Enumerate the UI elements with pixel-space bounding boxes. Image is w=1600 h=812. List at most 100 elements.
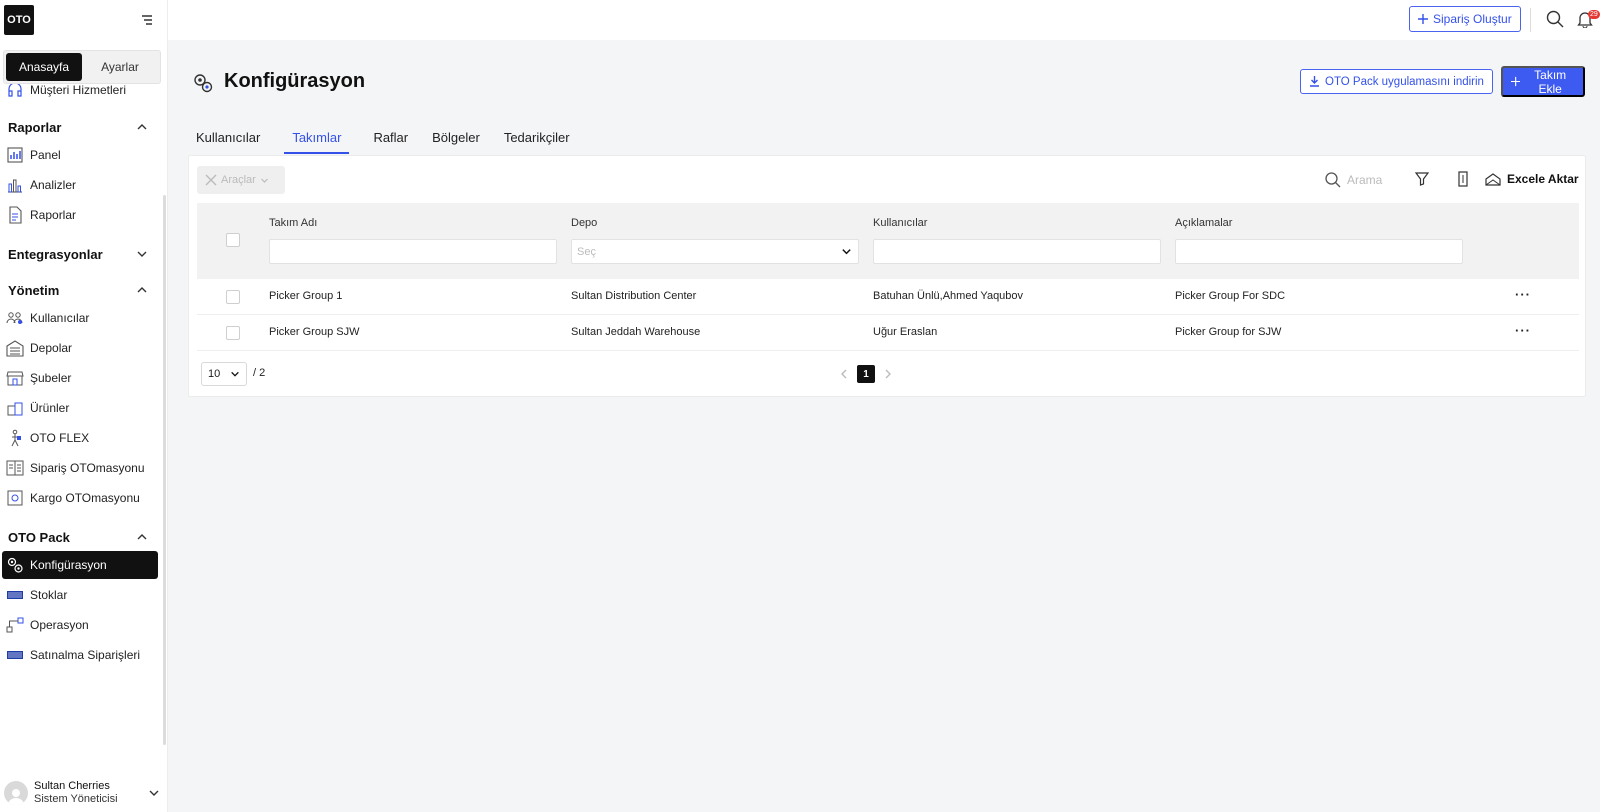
tab-shelves[interactable]: Raflar — [373, 126, 408, 154]
search-input[interactable]: Arama — [1347, 173, 1382, 187]
tab-users[interactable]: Kullanıcılar — [196, 126, 260, 154]
user-avatar-icon — [8, 789, 24, 805]
gears-icon — [7, 557, 23, 573]
page-title: Konfigürasyon — [224, 70, 366, 92]
user-role: Sistem Yöneticisi — [34, 793, 118, 805]
warehouse-icon — [6, 340, 24, 357]
chevron-up-icon — [137, 287, 147, 293]
gears-icon — [194, 74, 213, 93]
chevron-right-icon[interactable] — [883, 369, 893, 379]
menu-collapse-icon[interactable] — [140, 13, 154, 27]
user-info: Sultan Cherries Sistem Yöneticisi — [34, 780, 118, 806]
sidebar-item-users[interactable]: Kullanıcılar — [2, 304, 158, 332]
section-oto-pack[interactable]: OTO Pack — [8, 528, 148, 546]
row-actions-more-icon[interactable]: ··· — [1515, 287, 1531, 302]
bar-chart-icon — [8, 179, 22, 193]
app-logo[interactable]: OTO — [4, 5, 34, 35]
barcode-icon — [7, 591, 23, 599]
depot-filter-select[interactable]: Seç — [571, 239, 859, 264]
sidebar-item-configuration[interactable]: Konfigürasyon — [2, 551, 158, 579]
chevron-down-icon — [231, 371, 239, 377]
column-header-team-name: Takım Adı — [269, 217, 318, 229]
chevron-left-icon[interactable] — [839, 369, 849, 379]
sidebar-item-products[interactable]: Ürünler — [2, 394, 158, 422]
add-team-button[interactable]: Takım Ekle — [1501, 66, 1585, 97]
sidebar-item-customer-service[interactable]: Müşteri Hizmetleri — [2, 84, 158, 104]
avatar — [4, 781, 28, 805]
sidebar-item-stocks[interactable]: Stoklar — [2, 581, 158, 609]
tools-button[interactable]: Araçlar — [197, 166, 285, 194]
search-icon[interactable] — [1546, 10, 1564, 28]
total-pages: / 2 — [253, 367, 266, 379]
users-filter-input[interactable] — [873, 239, 1161, 264]
row-checkbox[interactable] — [226, 290, 240, 304]
descriptions-filter-input[interactable] — [1175, 239, 1463, 264]
sidebar-nav: Müşteri Hizmetleri Raporlar Panel Analiz… — [0, 84, 160, 754]
download-app-button[interactable]: OTO Pack uygulamasını indirin — [1300, 69, 1493, 94]
sidebar-item-order-automation[interactable]: Sipariş OTOmasyonu — [2, 454, 158, 482]
plus-icon — [1511, 76, 1521, 87]
row-actions-more-icon[interactable]: ··· — [1515, 323, 1531, 338]
sidebar-item-oto-flex[interactable]: OTO FLEX — [2, 424, 158, 452]
sidebar-item-warehouses[interactable]: Depolar — [2, 334, 158, 362]
users-icon — [6, 312, 23, 324]
tab-zones[interactable]: Bölgeler — [432, 126, 480, 154]
sidebar-item-operation[interactable]: Operasyon — [2, 611, 158, 639]
chevron-down-icon — [137, 251, 147, 257]
user-profile[interactable]: Sultan Cherries Sistem Yöneticisi — [4, 776, 160, 810]
cell-depot: Sultan Distribution Center — [571, 290, 697, 302]
segment-settings[interactable]: Ayarlar — [82, 53, 158, 81]
cell-team-name: Picker Group SJW — [269, 326, 360, 338]
filter-icon[interactable] — [1415, 172, 1429, 186]
cell-depot: Sultan Jeddah Warehouse — [571, 326, 701, 338]
section-reports[interactable]: Raporlar — [8, 118, 148, 136]
chevron-down-icon — [842, 249, 851, 255]
sidebar-item-branches[interactable]: Şubeler — [2, 364, 158, 392]
chevron-down-icon — [260, 178, 268, 183]
segment-home[interactable]: Anasayfa — [6, 53, 82, 81]
table-search[interactable]: Arama — [1325, 172, 1382, 188]
columns-icon[interactable] — [1457, 171, 1469, 187]
chevron-up-icon — [137, 124, 147, 130]
user-name: Sultan Cherries — [34, 780, 110, 792]
table-row[interactable]: Picker Group SJW Sultan Jeddah Warehouse… — [197, 315, 1579, 351]
divider — [1530, 8, 1531, 32]
team-name-filter-input[interactable] — [269, 239, 557, 264]
sidebar-scrollbar[interactable] — [163, 195, 166, 745]
row-checkbox[interactable] — [226, 326, 240, 340]
section-integrations[interactable]: Entegrasyonlar — [8, 245, 148, 263]
order-list-icon — [6, 460, 24, 476]
cell-description: Picker Group For SDC — [1175, 290, 1286, 302]
cell-users: Batuhan Ünlü,Ahmed Yaqubov — [873, 290, 1024, 302]
export-excel-button[interactable]: Excele Aktar — [1485, 172, 1579, 186]
dashboard-chart-icon — [7, 147, 23, 163]
tools-icon — [205, 174, 217, 186]
page-number-current[interactable]: 1 — [857, 365, 875, 383]
column-header-descriptions: Açıklamalar — [1175, 217, 1233, 229]
select-all-checkbox[interactable] — [226, 233, 240, 247]
pagination: 1 — [839, 365, 893, 383]
section-management[interactable]: Yönetim — [8, 281, 148, 299]
sidebar-item-label: Müşteri Hizmetleri — [30, 84, 127, 97]
sidebar: OTO Anasayfa Ayarlar Müşteri Hizmetleri … — [0, 0, 168, 812]
chevron-down-icon[interactable] — [148, 787, 160, 799]
tab-teams[interactable]: Takımlar — [284, 126, 350, 154]
document-icon — [9, 206, 22, 224]
cell-description: Picker Group for SJW — [1175, 326, 1282, 338]
headset-icon — [8, 84, 22, 97]
export-icon — [1485, 173, 1501, 186]
sidebar-item-reports[interactable]: Raporlar — [2, 201, 158, 229]
sidebar-item-analytics[interactable]: Analizler — [2, 171, 158, 199]
sidebar-item-purchase-orders[interactable]: Satınalma Siparişleri — [2, 641, 158, 669]
tab-bar: Kullanıcılar Takımlar Raflar Bölgeler Te… — [196, 126, 594, 156]
sidebar-item-panel[interactable]: Panel — [2, 141, 158, 169]
sidebar-item-cargo-automation[interactable]: Kargo OTOmasyonu — [2, 484, 158, 512]
create-order-button[interactable]: Sipariş Oluştur — [1409, 6, 1521, 32]
search-icon — [1325, 172, 1341, 188]
tab-suppliers[interactable]: Tedarikçiler — [504, 126, 570, 154]
page-size-select[interactable]: 10 — [201, 362, 247, 386]
cell-team-name: Picker Group 1 — [269, 290, 343, 302]
table-row[interactable]: Picker Group 1 Sultan Distribution Cente… — [197, 279, 1579, 315]
download-icon — [1310, 76, 1319, 87]
sidebar-segment-control: Anasayfa Ayarlar — [3, 50, 161, 84]
